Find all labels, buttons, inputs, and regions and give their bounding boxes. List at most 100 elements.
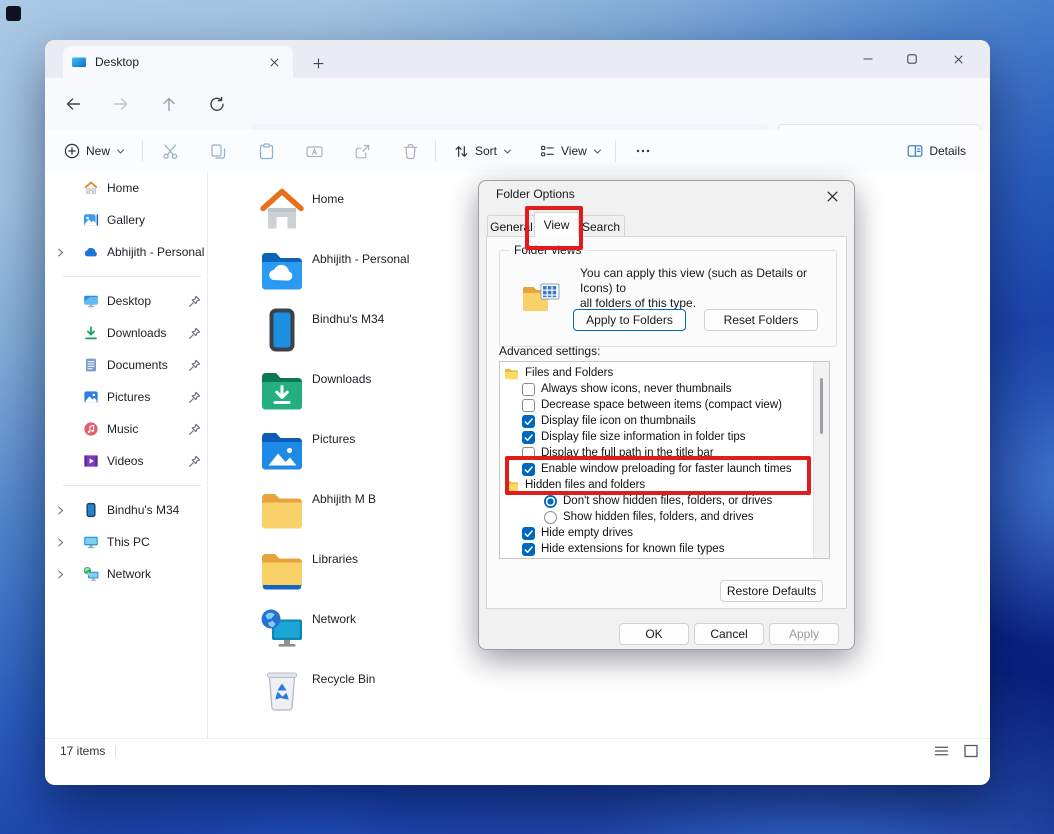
pin-icon bbox=[187, 422, 202, 437]
sidebar-item-this-pc[interactable]: This PC bbox=[45, 526, 207, 558]
checkbox-checked-icon[interactable] bbox=[522, 543, 535, 556]
radio-selected-icon[interactable] bbox=[544, 495, 557, 508]
minimize-button[interactable] bbox=[846, 44, 890, 74]
chevron-right-icon[interactable] bbox=[53, 246, 67, 259]
scrollbar-thumb[interactable] bbox=[820, 378, 823, 434]
file-item-libraries[interactable]: Libraries bbox=[258, 544, 306, 596]
advanced-setting-display-file-icon-on-thumbnails[interactable]: Display file icon on thumbnails bbox=[500, 413, 829, 429]
checkbox-unchecked-icon[interactable] bbox=[522, 447, 535, 460]
advanced-setting-display-file-size-information-in-folder-tips[interactable]: Display file size information in folder … bbox=[500, 429, 829, 445]
sidebar-item-music[interactable]: Music bbox=[45, 413, 207, 445]
maximize-button[interactable] bbox=[890, 44, 934, 74]
sidebar-item-label: Network bbox=[107, 567, 151, 581]
reset-folders-button[interactable]: Reset Folders bbox=[704, 309, 818, 331]
chevron-right-icon[interactable] bbox=[53, 536, 67, 549]
sidebar-item-documents[interactable]: Documents bbox=[45, 349, 207, 381]
radio-unselected-icon[interactable] bbox=[544, 511, 557, 524]
dialog-close-icon[interactable] bbox=[820, 184, 844, 208]
sidebar-item-downloads[interactable]: Downloads bbox=[45, 317, 207, 349]
cancel-button[interactable]: Cancel bbox=[694, 623, 764, 645]
sidebar-item-home[interactable]: Home bbox=[45, 172, 207, 204]
advanced-setting-enable-window-preloading-for-faster-launch-times[interactable]: Enable window preloading for faster laun… bbox=[500, 461, 829, 477]
advanced-setting-display-the-full-path-in-the-title-bar[interactable]: Display the full path in the title bar bbox=[500, 445, 829, 461]
explorer-tab-desktop[interactable]: Desktop bbox=[63, 46, 293, 78]
phone-small-icon bbox=[83, 502, 99, 518]
file-item-abhijith-m-b[interactable]: Abhijith M B bbox=[258, 484, 306, 536]
copy-button[interactable] bbox=[203, 137, 234, 165]
file-item-home[interactable]: Home bbox=[258, 184, 306, 236]
paste-button[interactable] bbox=[251, 137, 282, 165]
delete-button[interactable] bbox=[395, 137, 426, 165]
scrollbar-track[interactable] bbox=[813, 362, 829, 558]
rename-button[interactable] bbox=[299, 137, 330, 165]
file-item-pictures[interactable]: Pictures bbox=[258, 424, 306, 476]
sidebar-item-label: Desktop bbox=[107, 294, 151, 308]
cut-button[interactable] bbox=[155, 137, 186, 165]
sidebar-item-bindhu-s-m34[interactable]: Bindhu's M34 bbox=[45, 494, 207, 526]
ok-button[interactable]: OK bbox=[619, 623, 689, 645]
checkbox-checked-icon[interactable] bbox=[522, 463, 535, 476]
advanced-setting-hidden-files-and-folders[interactable]: Hidden files and folders bbox=[500, 477, 829, 493]
close-button[interactable] bbox=[936, 44, 980, 74]
view-button[interactable]: View bbox=[533, 137, 609, 165]
new-tab-button[interactable] bbox=[307, 52, 329, 74]
advanced-setting-label: Hide extensions for known file types bbox=[541, 543, 724, 555]
new-button[interactable]: New bbox=[57, 137, 132, 165]
apply-to-folders-button[interactable]: Apply to Folders bbox=[573, 309, 686, 331]
sidebar-section-divider bbox=[45, 268, 207, 285]
checkbox-unchecked-icon[interactable] bbox=[522, 383, 535, 396]
folder-small-icon bbox=[504, 367, 519, 380]
sidebar-item-gallery[interactable]: Gallery bbox=[45, 204, 207, 236]
folder-icon bbox=[258, 484, 306, 536]
folder-views-group: Folder views You can apply this view (su… bbox=[499, 250, 837, 347]
details-pane-button[interactable]: Details bbox=[900, 137, 972, 165]
tab-close-icon[interactable] bbox=[263, 51, 285, 73]
toolbar-divider bbox=[435, 140, 436, 162]
file-item-label: Libraries bbox=[312, 552, 358, 566]
chevron-right-icon[interactable] bbox=[53, 504, 67, 517]
checkbox-checked-icon[interactable] bbox=[522, 415, 535, 428]
advanced-settings-list[interactable]: Files and FoldersAlways show icons, neve… bbox=[499, 361, 830, 559]
advanced-setting-don-t-show-hidden-files-folders-or-drives[interactable]: Don't show hidden files, folders, or dri… bbox=[500, 493, 829, 509]
view-tab-panel: Folder views You can apply this view (su… bbox=[486, 236, 847, 609]
sort-button[interactable]: Sort bbox=[447, 137, 519, 165]
restore-defaults-button[interactable]: Restore Defaults bbox=[720, 580, 823, 602]
file-item-abhijith-personal[interactable]: Abhijith - Personal bbox=[258, 244, 306, 296]
chevron-right-icon[interactable] bbox=[53, 568, 67, 581]
file-item-network[interactable]: Network bbox=[258, 604, 306, 656]
advanced-setting-decrease-space-between-items-compact-view[interactable]: Decrease space between items (compact vi… bbox=[500, 397, 829, 413]
sidebar-item-pictures[interactable]: Pictures bbox=[45, 381, 207, 413]
file-item-downloads[interactable]: Downloads bbox=[258, 364, 306, 416]
advanced-setting-files-and-folders[interactable]: Files and Folders bbox=[500, 365, 829, 381]
up-button[interactable] bbox=[156, 91, 182, 117]
dialog-tab-general[interactable]: General bbox=[487, 215, 536, 237]
large-icons-view-icon[interactable] bbox=[960, 742, 982, 760]
share-button[interactable] bbox=[347, 137, 378, 165]
checkbox-checked-icon[interactable] bbox=[522, 527, 535, 540]
sidebar-item-desktop[interactable]: Desktop bbox=[45, 285, 207, 317]
back-button[interactable] bbox=[60, 91, 86, 117]
chevron-down-icon bbox=[115, 146, 126, 157]
file-item-bindhu-s-m34[interactable]: Bindhu's M34 bbox=[258, 304, 306, 356]
more-options-button[interactable] bbox=[629, 137, 657, 165]
sidebar-item-videos[interactable]: Videos bbox=[45, 445, 207, 477]
file-item-recycle-bin[interactable]: Recycle Bin bbox=[258, 664, 306, 716]
toolbar-divider bbox=[142, 140, 143, 162]
dialog-tab-search[interactable]: Search bbox=[577, 215, 625, 237]
pin-icon bbox=[187, 358, 202, 373]
advanced-setting-hide-empty-drives[interactable]: Hide empty drives bbox=[500, 525, 829, 541]
list-view-icon[interactable] bbox=[930, 742, 952, 760]
file-item-label: Home bbox=[312, 192, 344, 206]
advanced-setting-hide-extensions-for-known-file-types[interactable]: Hide extensions for known file types bbox=[500, 541, 829, 557]
dialog-tab-view[interactable]: View bbox=[534, 212, 579, 237]
refresh-button[interactable] bbox=[204, 91, 230, 117]
checkbox-unchecked-icon[interactable] bbox=[522, 399, 535, 412]
folder-small-icon bbox=[504, 479, 519, 492]
sidebar-item-network[interactable]: Network bbox=[45, 558, 207, 590]
sidebar-item-abhijith-personal[interactable]: Abhijith - Personal bbox=[45, 236, 207, 268]
checkbox-checked-icon[interactable] bbox=[522, 431, 535, 444]
network-small-icon bbox=[83, 566, 99, 582]
sort-icon bbox=[453, 143, 470, 160]
advanced-setting-show-hidden-files-folders-and-drives[interactable]: Show hidden files, folders, and drives bbox=[500, 509, 829, 525]
advanced-setting-always-show-icons-never-thumbnails[interactable]: Always show icons, never thumbnails bbox=[500, 381, 829, 397]
